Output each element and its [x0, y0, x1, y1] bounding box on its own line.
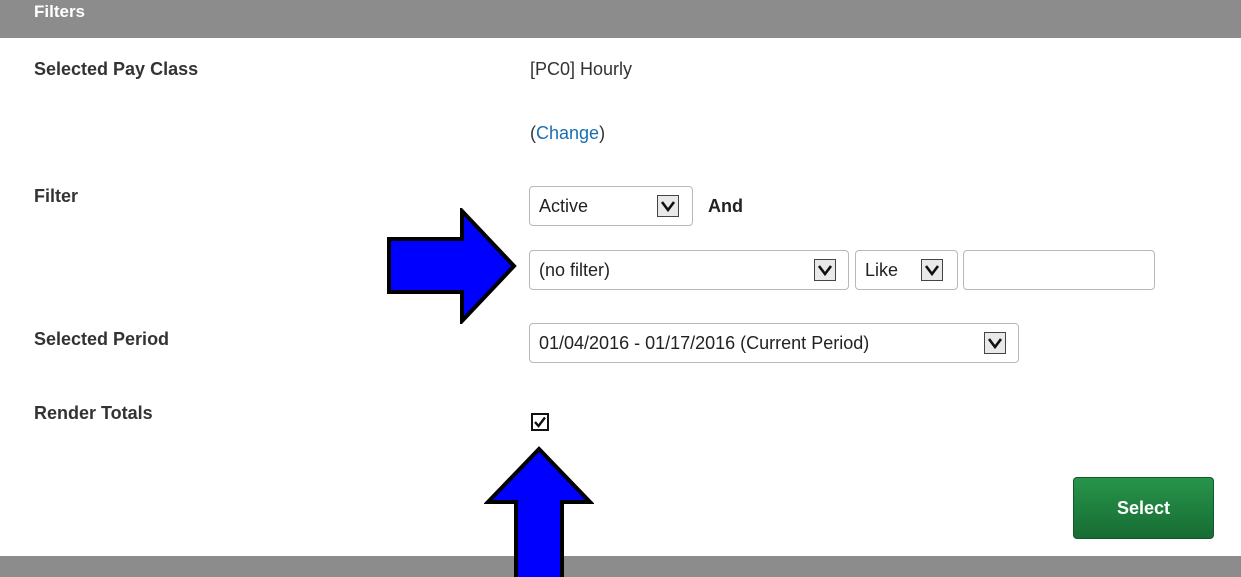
chevron-down-icon [814, 259, 836, 281]
and-label: And [708, 196, 743, 216]
status-filter-select[interactable]: Active [529, 186, 693, 226]
render-totals-checkbox[interactable] [531, 413, 549, 431]
chevron-down-icon [657, 195, 679, 217]
chevron-down-icon [921, 259, 943, 281]
filter-field-select[interactable]: (no filter) [529, 250, 849, 290]
filter-value-input[interactable] [963, 250, 1155, 290]
filters-panel: Filters Selected Pay Class [PC0] Hourly … [0, 0, 1241, 577]
pay-class-value: [PC0] Hourly [530, 59, 633, 79]
footer-bar [0, 556, 1241, 577]
filter-operator-value: Like [865, 260, 899, 280]
period-select-value: 01/04/2016 - 01/17/2016 (Current Period) [539, 333, 870, 353]
change-close-paren: ) [599, 123, 606, 143]
chevron-down-icon [984, 332, 1006, 354]
period-select[interactable]: 01/04/2016 - 01/17/2016 (Current Period) [529, 323, 1019, 363]
filters-header-bar: Filters [0, 0, 1241, 38]
change-pay-class: (Change) [530, 123, 605, 144]
change-pay-class-link[interactable]: Change [536, 123, 599, 143]
filter-operator-select[interactable]: Like [855, 250, 958, 290]
period-label: Selected Period [34, 329, 170, 349]
render-totals-label: Render Totals [34, 403, 153, 423]
up-arrow-annotation-icon [484, 446, 594, 577]
pay-class-label: Selected Pay Class [34, 59, 199, 79]
status-filter-value: Active [539, 196, 589, 216]
select-button[interactable]: Select [1073, 477, 1214, 539]
filters-header-title: Filters [34, 2, 86, 21]
filter-field-value: (no filter) [539, 260, 611, 280]
right-arrow-annotation-icon [387, 208, 517, 324]
filter-label: Filter [34, 186, 79, 206]
checkmark-icon [534, 416, 546, 428]
